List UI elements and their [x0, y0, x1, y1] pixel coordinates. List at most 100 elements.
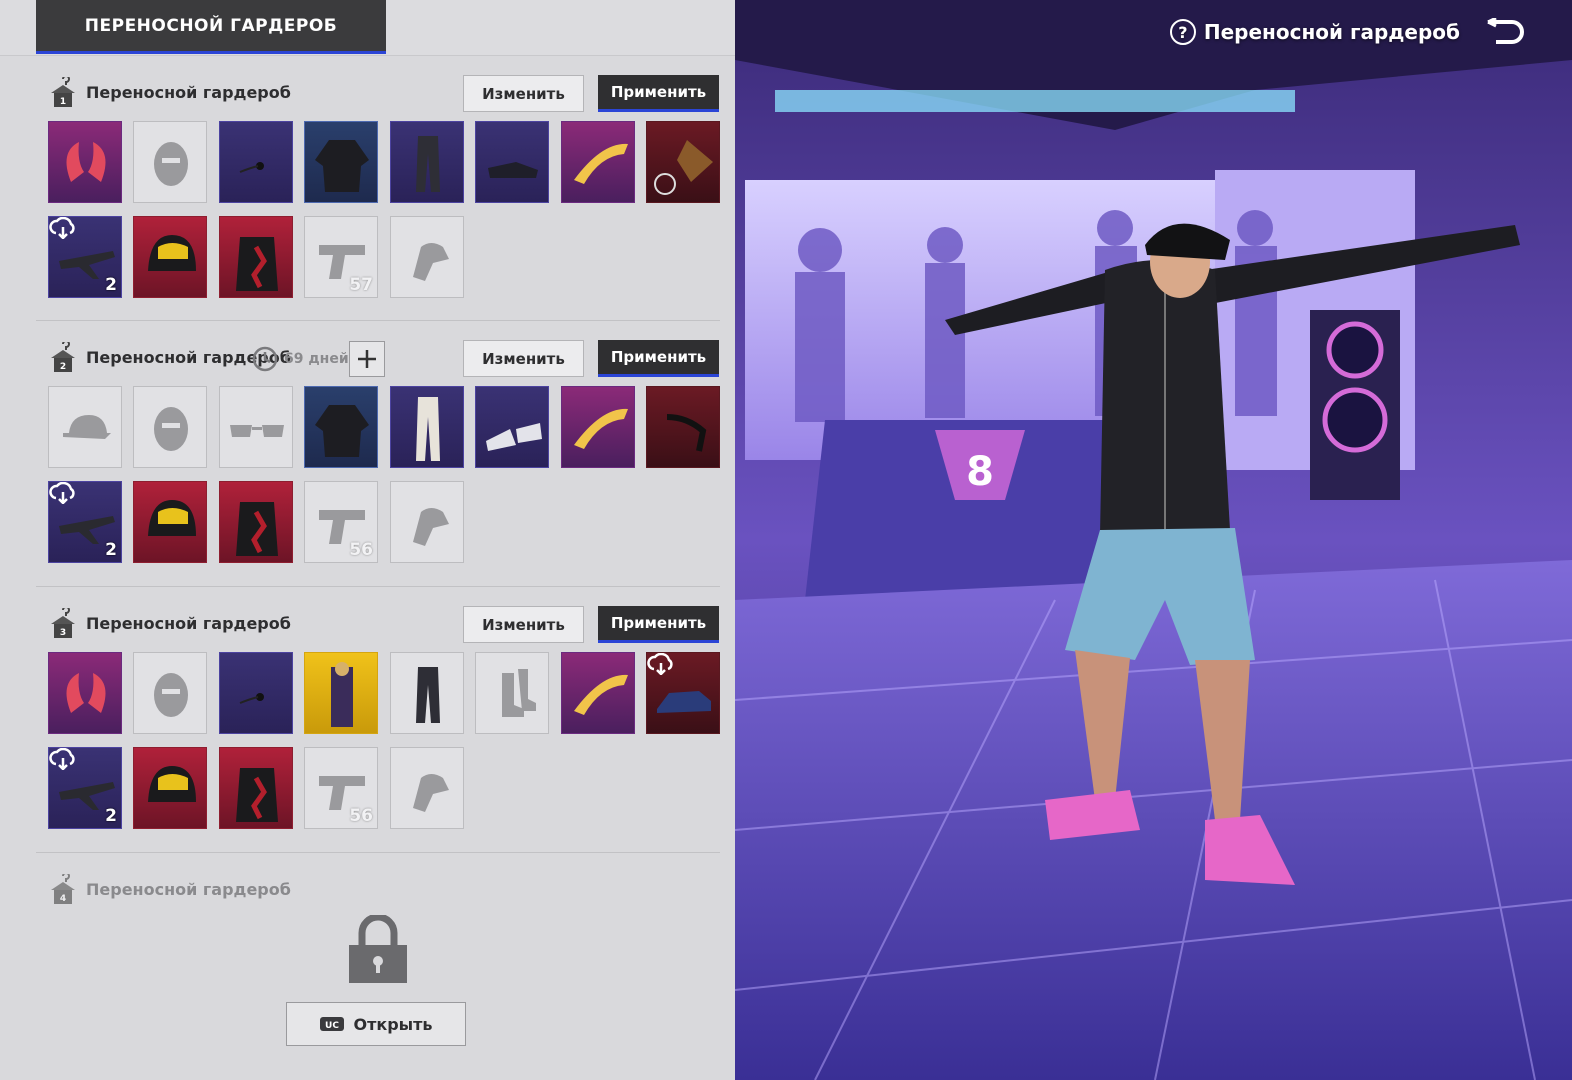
item-count: 2 — [105, 275, 117, 295]
gloves-slot[interactable] — [390, 481, 464, 563]
boomerang-icon — [574, 143, 628, 184]
pants-slot[interactable] — [390, 386, 464, 468]
glove-icon — [413, 243, 449, 281]
edit-button[interactable]: Изменить — [463, 606, 584, 643]
outfit-slot[interactable] — [304, 652, 378, 734]
pants-icon — [416, 136, 440, 192]
aircraft-slot[interactable]: 2 — [48, 747, 122, 829]
clock-icon — [252, 346, 278, 372]
section-divider — [36, 320, 720, 321]
pistol-slot[interactable]: 56 — [304, 481, 378, 563]
backpack-slot[interactable] — [219, 216, 293, 298]
edit-button[interactable]: Изменить — [463, 75, 584, 112]
pistol-slot[interactable]: 57 — [304, 216, 378, 298]
apply-button[interactable]: Применить — [598, 340, 719, 377]
cap-slot[interactable] — [48, 386, 122, 468]
white-pants-icon — [416, 397, 440, 461]
aircraft-slot[interactable]: 2 — [48, 481, 122, 563]
mask-slot[interactable] — [133, 121, 207, 203]
open-label: Открыть — [353, 1014, 433, 1034]
pistol-slot[interactable]: 56 — [304, 747, 378, 829]
shoes-slot[interactable] — [475, 386, 549, 468]
stage-number: 8 — [966, 449, 994, 495]
item-count: 56 — [349, 540, 373, 560]
eyewear-slot[interactable] — [219, 652, 293, 734]
section-header: 1 Переносной гардероб Изменить Применить — [36, 75, 720, 115]
mask-icon — [154, 407, 188, 451]
horns-headwear-slot[interactable] — [48, 652, 122, 734]
expiry-timer: 69 дней — [252, 345, 349, 373]
stage-backdrop: 8 — [735, 0, 1572, 1080]
timer-text: 69 дней — [284, 351, 349, 367]
aircraft-slot[interactable]: 2 — [48, 216, 122, 298]
shoes-slot[interactable] — [475, 121, 549, 203]
section-divider — [36, 586, 720, 587]
backpack-slot[interactable] — [219, 481, 293, 563]
hanger-number: 1 — [60, 97, 66, 107]
mask-slot[interactable] — [133, 652, 207, 734]
eyewear-slot[interactable] — [219, 121, 293, 203]
item-count: 57 — [349, 275, 373, 295]
glove-icon — [413, 774, 449, 812]
cloud-download-icon — [647, 653, 673, 675]
jacket-slot[interactable] — [304, 121, 378, 203]
pants-slot[interactable] — [390, 652, 464, 734]
wardrobe-tab[interactable]: ПЕРЕНОСНОЙ ГАРДЕРОБ — [36, 0, 386, 54]
gloves-slot[interactable] — [390, 747, 464, 829]
cloud-download-icon — [49, 217, 75, 239]
hanger-icon: 4 — [51, 874, 75, 904]
backpack-slot[interactable] — [219, 747, 293, 829]
character-preview-scene[interactable]: 8 ? Переносной гардероб — [735, 0, 1572, 1080]
section-header: 3 Переносной гардероб Изменить Применить — [36, 606, 720, 646]
earring-icon — [239, 162, 264, 173]
section-title: Переносной гардероб — [86, 83, 291, 102]
helmet-icon — [148, 235, 196, 271]
scene-header: ? Переносной гардероб — [1169, 18, 1524, 46]
vehicle-slot[interactable] — [646, 652, 720, 734]
boomerang-icon — [574, 408, 628, 449]
ceiling-light-bar — [775, 90, 1295, 112]
helmet-icon — [148, 500, 196, 536]
gloves-slot[interactable] — [390, 216, 464, 298]
horns-headwear-slot[interactable] — [48, 121, 122, 203]
scene-title: Переносной гардероб — [1203, 20, 1460, 44]
glove-icon — [413, 508, 449, 546]
boots-icon — [502, 669, 536, 717]
pants-slot[interactable] — [390, 121, 464, 203]
section-header: 4 Переносной гардероб — [36, 872, 720, 912]
glider-slot[interactable] — [561, 652, 635, 734]
edit-button[interactable]: Изменить — [463, 340, 584, 377]
boomerang-icon — [574, 674, 628, 715]
cloud-download-icon — [49, 748, 75, 770]
strap-icon — [666, 414, 707, 452]
svg-text:UC: UC — [326, 1021, 340, 1031]
backpack-icon — [236, 502, 278, 556]
section-header: 2 Переносной гардероб 69 дней Изменить П… — [36, 340, 720, 380]
apply-button[interactable]: Применить — [598, 606, 719, 643]
plus-icon — [358, 350, 376, 368]
jacket-icon — [315, 405, 369, 457]
item-count: 2 — [105, 540, 117, 560]
hanger-icon: 2 — [51, 342, 75, 372]
jacket-slot[interactable] — [304, 386, 378, 468]
apply-button[interactable]: Применить — [598, 75, 719, 112]
open-button[interactable]: UC Открыть — [286, 1002, 466, 1046]
mask-icon — [154, 673, 188, 717]
emote-slot[interactable] — [646, 121, 720, 203]
question-circle-icon[interactable]: ? — [1169, 19, 1196, 45]
mask-slot[interactable] — [133, 386, 207, 468]
speaker — [1310, 310, 1400, 500]
item-count: 2 — [105, 806, 117, 826]
eyewear-slot[interactable] — [219, 386, 293, 468]
helmet-slot[interactable] — [133, 747, 207, 829]
backpack-icon — [236, 768, 278, 822]
shoes-slot[interactable] — [475, 652, 549, 734]
emote-slot[interactable] — [646, 386, 720, 468]
return-arrow-icon[interactable] — [1482, 18, 1524, 46]
extend-plus-button[interactable] — [349, 341, 385, 377]
glider-slot[interactable] — [561, 386, 635, 468]
glider-slot[interactable] — [561, 121, 635, 203]
uc-icon: UC — [320, 1017, 345, 1031]
helmet-slot[interactable] — [133, 481, 207, 563]
helmet-slot[interactable] — [133, 216, 207, 298]
